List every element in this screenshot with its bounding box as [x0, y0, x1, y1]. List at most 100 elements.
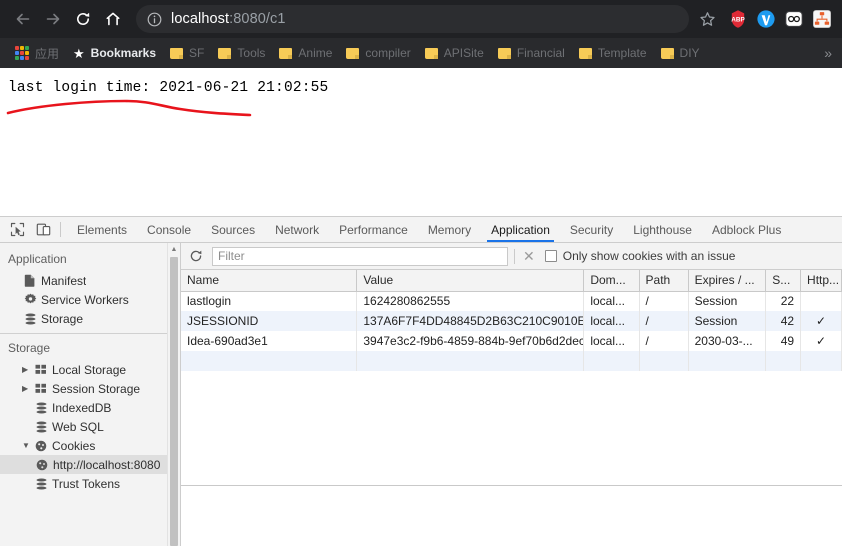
sidebar-item-local-storage[interactable]: ▶ Local Storage: [0, 360, 180, 379]
tab-sources[interactable]: Sources: [201, 217, 265, 242]
devtools-panel: Elements Console Sources Network Perform…: [0, 216, 842, 546]
reload-button[interactable]: [68, 4, 98, 34]
tab-adblock-plus[interactable]: Adblock Plus: [702, 217, 791, 242]
cookies-panel: ✕ Only show cookies with an issue: [181, 243, 842, 546]
scroll-up-arrow-icon[interactable]: ▲: [168, 243, 180, 256]
star-filled-icon: ★: [73, 45, 85, 61]
bookmark-folder-compiler[interactable]: compiler: [339, 43, 417, 63]
cell-path: /: [639, 291, 689, 311]
gear-glyph: [24, 293, 36, 304]
forward-button[interactable]: [38, 4, 68, 34]
devtools-body: Application Manifest Service Workers Sto…: [0, 243, 842, 546]
tab-security[interactable]: Security: [560, 217, 623, 242]
cookie-preview-pane: [181, 486, 842, 546]
address-bar[interactable]: localhost:8080/c1: [136, 5, 689, 33]
url-host: localhost: [171, 11, 230, 27]
bookmark-label: DIY: [679, 46, 700, 60]
column-header-name[interactable]: Name: [181, 270, 358, 292]
cell-domain: local...: [583, 331, 640, 351]
scrollbar-thumb[interactable]: [170, 257, 178, 546]
bookmark-folder-tools[interactable]: Tools: [211, 43, 272, 63]
bookmark-folder-bookmarks[interactable]: ★ Bookmarks: [66, 43, 163, 63]
cell-domain: [583, 351, 640, 371]
folder-icon: [346, 47, 360, 59]
back-button[interactable]: [8, 4, 38, 34]
tab-elements[interactable]: Elements: [67, 217, 137, 242]
apps-shortcut[interactable]: 应用: [8, 42, 66, 65]
cell-size: 22: [765, 291, 802, 311]
sidebar-item-session-storage[interactable]: ▶ Session Storage: [0, 379, 180, 398]
column-header-domain[interactable]: Dom...: [583, 270, 640, 292]
sidebar-item-manifest[interactable]: Manifest: [0, 271, 180, 290]
column-header-path[interactable]: Path: [639, 270, 689, 292]
sidebar-item-label: Session Storage: [52, 381, 141, 396]
sidebar-item-storage[interactable]: Storage: [0, 309, 180, 328]
star-outline-icon: [699, 11, 715, 26]
chevron-down-icon[interactable]: ▼: [22, 441, 33, 450]
sidebar-item-cookies[interactable]: ▼ Cookies: [0, 436, 180, 455]
cell-name: [181, 351, 358, 371]
tab-memory[interactable]: Memory: [418, 217, 481, 242]
bookmark-folder-template[interactable]: Template: [572, 43, 654, 63]
forward-arrow-icon: [46, 13, 60, 25]
toolbar-divider: [60, 222, 61, 237]
tab-performance[interactable]: Performance: [329, 217, 418, 242]
tab-console[interactable]: Console: [137, 217, 201, 242]
column-header-size[interactable]: S...: [765, 270, 802, 292]
browser-window: localhost:8080/c1 ABP 应用 ★ Bookmarks SF …: [0, 0, 842, 546]
abp-icon: ABP: [731, 10, 745, 28]
bookmark-folder-diy[interactable]: DIY: [654, 43, 707, 63]
table-row[interactable]: JSESSIONID 137A6F7F4DD48845D2B63C210C901…: [181, 311, 842, 331]
inspect-element-button[interactable]: [4, 217, 30, 242]
clear-cookies-button[interactable]: ✕: [521, 248, 537, 265]
home-icon: [106, 12, 120, 26]
sidebar-item-cookie-origin[interactable]: http://localhost:8080: [0, 455, 180, 474]
sidebar-item-indexeddb[interactable]: IndexedDB: [0, 398, 180, 417]
folder-icon: [218, 47, 232, 59]
column-header-expires[interactable]: Expires / ...: [688, 270, 767, 292]
home-button[interactable]: [98, 4, 128, 34]
url-text: localhost:8080/c1: [171, 11, 286, 27]
bookmark-star-button[interactable]: [693, 5, 721, 33]
bookmark-folder-financial[interactable]: Financial: [491, 43, 572, 63]
sidebar-item-trust-tokens[interactable]: Trust Tokens: [0, 474, 180, 493]
cell-httponly: [800, 351, 842, 371]
chevron-right-icon[interactable]: ▶: [22, 365, 33, 374]
tab-lighthouse[interactable]: Lighthouse: [623, 217, 702, 242]
filter-input[interactable]: [212, 246, 508, 266]
bookmark-folder-anime[interactable]: Anime: [272, 43, 339, 63]
shield-extension-icon[interactable]: [755, 9, 776, 30]
cookie-glyph: [36, 459, 48, 470]
cell-expires: 2030-03-...: [688, 331, 767, 351]
page-viewport: last login time: 2021-06-21 21:02:55: [0, 68, 842, 216]
refresh-cookies-button[interactable]: [186, 246, 206, 266]
cell-value: 1624280862555: [356, 291, 585, 311]
table-row[interactable]: lastlogin 1624280862555 local... / Sessi…: [181, 291, 842, 311]
column-header-httponly[interactable]: Http...: [800, 270, 842, 292]
goo-extension-icon[interactable]: [783, 9, 804, 30]
table-header-row: Name Value Dom... Path Expires / ... S..…: [181, 270, 842, 292]
chevron-right-icon[interactable]: ▶: [22, 384, 33, 393]
table-row[interactable]: Idea-690ad3e1 3947e3c2-f9b6-4859-884b-9e…: [181, 331, 842, 351]
bookmark-folder-apisite[interactable]: APISite: [418, 43, 491, 63]
issue-filter-checkbox-wrap[interactable]: Only show cookies with an issue: [544, 249, 735, 263]
bookmarks-overflow-button[interactable]: »: [820, 45, 836, 61]
sidebar-item-service-workers[interactable]: Service Workers: [0, 290, 180, 309]
adblock-plus-extension-icon[interactable]: ABP: [727, 9, 748, 30]
sidebar-item-label: Service Workers: [41, 292, 129, 307]
site-info-icon[interactable]: [146, 11, 162, 27]
orange-extension-icon[interactable]: [811, 9, 832, 30]
sidebar-item-label: IndexedDB: [52, 400, 112, 415]
table-row[interactable]: [181, 351, 842, 371]
apps-grid-icon: [15, 46, 29, 60]
issue-filter-checkbox[interactable]: [544, 250, 557, 262]
device-toolbar-button[interactable]: [30, 217, 56, 242]
sitemap-icon: [812, 10, 831, 28]
tab-network[interactable]: Network: [265, 217, 329, 242]
tab-application[interactable]: Application: [481, 217, 560, 242]
sidebar-item-web-sql[interactable]: Web SQL: [0, 417, 180, 436]
column-header-value[interactable]: Value: [356, 270, 585, 292]
bookmark-folder-sf[interactable]: SF: [163, 43, 211, 63]
refresh-icon: [190, 250, 202, 262]
sidebar-scrollbar[interactable]: ▲: [167, 243, 180, 546]
